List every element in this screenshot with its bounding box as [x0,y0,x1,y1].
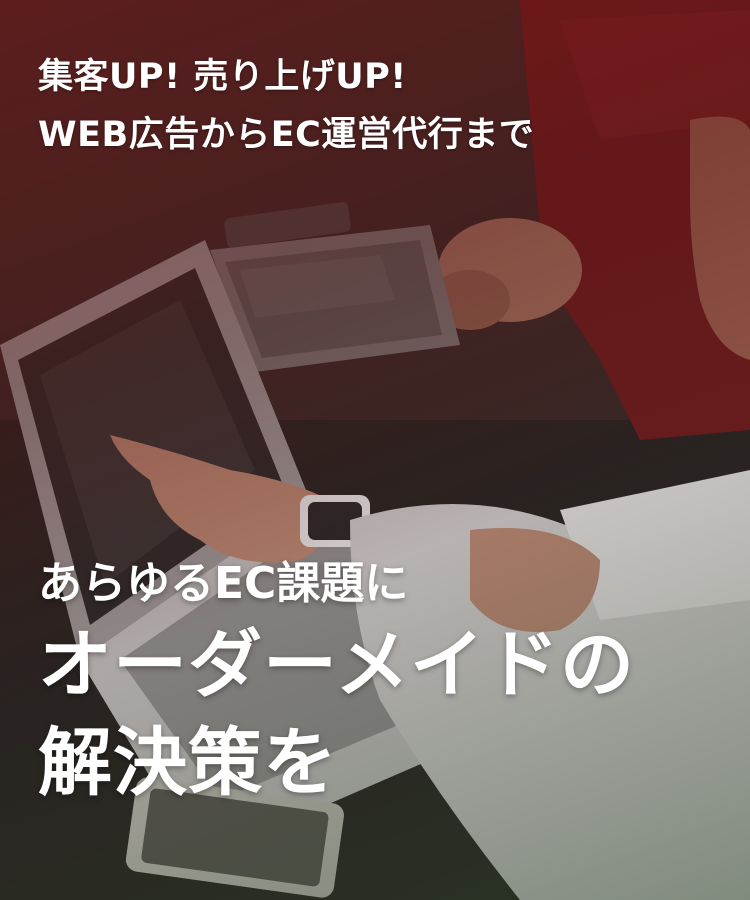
headline-line-2: オーダーメイドの [38,622,636,708]
hero-banner: 集客UP! 売り上げUP! WEB広告からEC運営代行まで あらゆるEC課題に … [0,0,750,900]
tagline-line-2: WEB広告からEC運営代行まで [38,115,535,155]
headline-line-3: 解決策を [38,720,338,806]
tagline: 集客UP! 売り上げUP! WEB広告からEC運営代行まで [38,48,534,164]
tagline-line-1: 集客UP! 売り上げUP! [38,57,407,97]
main-headline: あらゆるEC課題に オーダーメイドの 解決策を [38,552,635,812]
headline-line-1: あらゆるEC課題に [38,558,409,609]
